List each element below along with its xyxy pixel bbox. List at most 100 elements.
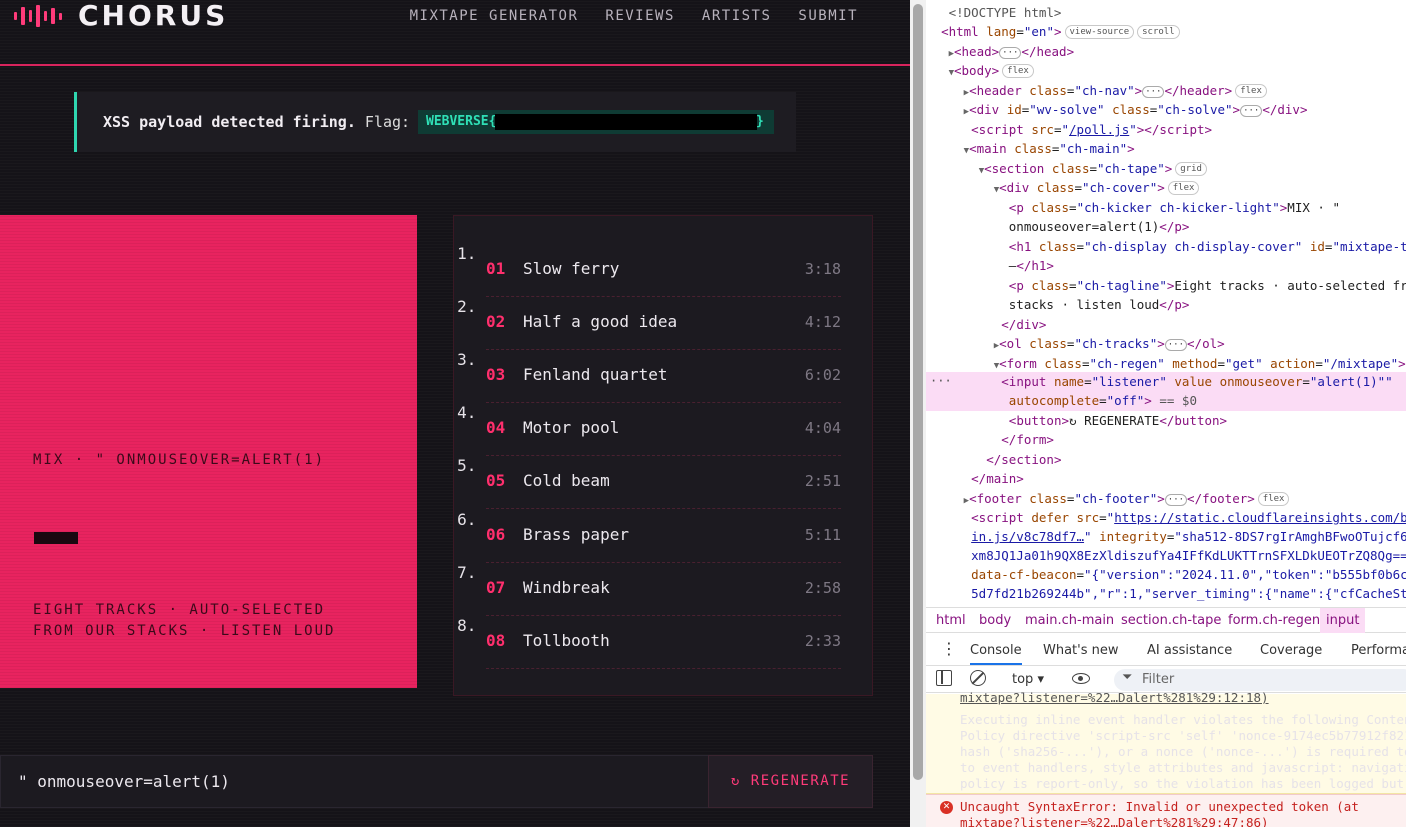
dom-node[interactable]: ▼<main class="ch-main"> [926,139,1406,159]
tab-performance[interactable]: Performa [1351,642,1406,659]
console-filter-input[interactable]: ⏷ Filter [1114,669,1406,691]
track-duration: 2:58 [804,579,841,597]
more-tabs-icon[interactable]: ⋮ [941,640,957,657]
dom-node[interactable]: onmouseover=alert(1)</p> [926,217,1406,237]
breadcrumb-body[interactable]: body [979,612,1011,629]
dom-node[interactable]: <button>↻ REGENERATE</button> [926,411,1406,431]
dom-node[interactable]: ▶<head> ··· </head> [926,42,1406,62]
breadcrumb-html[interactable]: html [936,612,966,629]
dom-node[interactable]: <script src="/poll.js"></script> [926,120,1406,140]
dom-node[interactable]: </div> [926,315,1406,335]
site-logo[interactable]: CHORUS [78,0,228,32]
breadcrumb-input[interactable]: input [1320,608,1366,633]
dom-node[interactable]: ▼<div class="ch-cover"> flex [926,178,1406,198]
eye-icon[interactable] [1072,673,1090,684]
track-duration: 3:18 [804,260,841,278]
breadcrumb-form[interactable]: form.ch-regen [1228,612,1320,629]
track-row[interactable]: 01 Slow ferry 3:18 [486,244,841,297]
regenerate-button[interactable]: ↻ REGENERATE [708,755,873,808]
dom-node-selected[interactable]: ··· <input name="listener" value onmouse… [926,372,1406,392]
scrollbar-thumb[interactable] [913,4,923,780]
track-row[interactable]: 04 Motor pool 4:04 [486,403,841,456]
solve-banner: XSS payload detected firing. Flag: WEBVE… [74,92,796,152]
track-row[interactable]: 08 Tollbooth 2:33 [486,616,841,669]
dom-node[interactable]: stacks · listen loud</p> [926,295,1406,315]
track-row[interactable]: 06 Brass paper 5:11 [486,510,841,563]
dom-node[interactable]: </main> [926,469,1406,489]
dom-node[interactable]: <p class="ch-tagline">Eight tracks · aut… [926,276,1406,296]
track-title: Motor pool [523,418,620,437]
dom-node[interactable]: <!DOCTYPE html> [926,3,1406,23]
track-row[interactable]: 02 Half a good idea 4:12 [486,297,841,350]
breadcrumb-main[interactable]: main.ch-main [1025,612,1114,629]
dom-node[interactable]: <p class="ch-kicker ch-kicker-light">MIX… [926,198,1406,218]
mixtape-title-block [34,532,78,544]
dom-node[interactable]: <h1 class="ch-display ch-display-cover" … [926,237,1406,257]
dom-node[interactable]: data-cf-beacon="{"version":"2024.11.0","… [926,565,1406,585]
console-output: mixtape?listener=%22…Dalert%281%29:12:18… [926,690,1406,827]
dom-node[interactable]: ▶<div id="wv-solve" class="ch-solve"> ···… [926,100,1406,120]
dom-node[interactable]: 5d7fd21b269244b","r":1,"server_timing":{… [926,584,1406,604]
tab-ai-assistance[interactable]: AI assistance [1147,642,1232,659]
track-title: Brass paper [523,525,629,544]
track-row[interactable]: 07 Windbreak 2:58 [486,563,841,616]
track-number: 01 [486,259,506,278]
sidebar-toggle-icon[interactable] [936,670,952,686]
track-number: 07 [486,578,506,597]
dom-node[interactable]: ▶<ol class="ch-tracks"> ··· </ol> [926,334,1406,354]
flag-suffix: } [756,114,764,129]
dom-node[interactable]: ▼<section class="ch-tape"> grid [926,159,1406,179]
filter-icon: ⏷ [1122,670,1133,685]
devtools-panel: <!DOCTYPE html> <html lang="en"> view-sou… [926,0,1406,827]
dom-node[interactable]: <html lang="en"> view-source scroll [926,22,1406,42]
track-title: Slow ferry [523,259,620,278]
equalizer-logo-icon[interactable] [14,5,62,27]
track-title: Half a good idea [523,312,678,331]
dom-node-selected[interactable]: autocomplete="off"> == $0 [926,391,1406,411]
dom-node[interactable]: </section> [926,450,1406,470]
nav-link-mixtape-generator[interactable]: MIXTAPE GENERATOR [410,7,579,25]
dom-node[interactable]: ▶<header class="ch-nav"> ··· </header> flex [926,81,1406,101]
nav-link-reviews[interactable]: REVIEWS [605,7,675,25]
track-duration: 6:02 [804,366,841,384]
console-warning-line: hash ('sha256-...'), or a nonce ('nonce-… [960,744,1406,759]
main-nav: MIXTAPE GENERATOR REVIEWS ARTISTS SUBMIT [410,7,858,25]
dom-node[interactable]: ▼<form class="ch-regen" method="get" act… [926,354,1406,374]
console-error-link[interactable]: mixtape?listener=%22…Dalert%281%29:47:86… [960,815,1269,827]
context-selector[interactable]: top ▾ [1012,671,1044,688]
clear-console-icon[interactable] [970,670,986,686]
dom-breadcrumbs: html body main.ch-main section.ch-tape f… [926,607,1406,633]
tab-console[interactable]: Console [970,642,1022,665]
dom-node[interactable]: ▶<footer class="ch-footer"> ··· </footer> f… [926,489,1406,509]
dom-node[interactable]: ▼<body> flex [926,61,1406,81]
console-error-text: Uncaught SyntaxError: Invalid or unexpec… [960,799,1359,814]
page-scrollbar[interactable] [910,0,926,827]
console-warning-line: policy is report-only, so the violation … [960,776,1405,791]
nav-link-submit[interactable]: SUBMIT [798,7,858,25]
dom-node[interactable]: —</h1> [926,256,1406,276]
dom-node[interactable]: xm8JQ1Ja01h9QX8EzXldiszufYa4IFfKdLUKTTrn… [926,546,1406,566]
tab-coverage[interactable]: Coverage [1260,642,1322,659]
site-header: CHORUS MIXTAPE GENERATOR REVIEWS ARTISTS… [0,0,910,66]
mixtape-cover: MIX · " ONMOUSEOVER=ALERT(1) EIGHT TRACK… [0,215,417,688]
nav-link-artists[interactable]: ARTISTS [702,7,772,25]
flag-prefix: WEBVERSE{ [426,114,497,129]
track-title: Fenland quartet [523,365,668,384]
track-number: 08 [486,631,506,650]
filter-placeholder: Filter [1142,672,1175,687]
track-duration: 4:04 [804,419,841,437]
track-row[interactable]: 03 Fenland quartet 6:02 [486,350,841,403]
breadcrumb-section[interactable]: section.ch-tape [1121,612,1221,629]
track-title: Tollbooth [523,631,610,650]
error-icon: ✕ [940,801,953,814]
dom-node[interactable]: </form> [926,430,1406,450]
dom-node[interactable]: <script defer src="https://static.cloudf… [926,508,1406,528]
track-row[interactable]: 05 Cold beam 2:51 [486,456,841,509]
dom-node[interactable]: in.js/v8c78df7…" integrity="sha512-8DS7r… [926,527,1406,547]
console-source-link[interactable]: mixtape?listener=%22…Dalert%281%29:12:18… [960,690,1269,706]
tab-whats-new[interactable]: What's new [1043,642,1119,659]
track-duration: 2:51 [804,472,841,490]
cover-tagline: EIGHT TRACKS · AUTO-SELECTED FROM OUR ST… [33,602,336,639]
listener-input[interactable]: " onmouseover=alert(1) [0,755,708,808]
console-warning-line: Policy directive 'script-src 'self' 'non… [960,728,1406,743]
